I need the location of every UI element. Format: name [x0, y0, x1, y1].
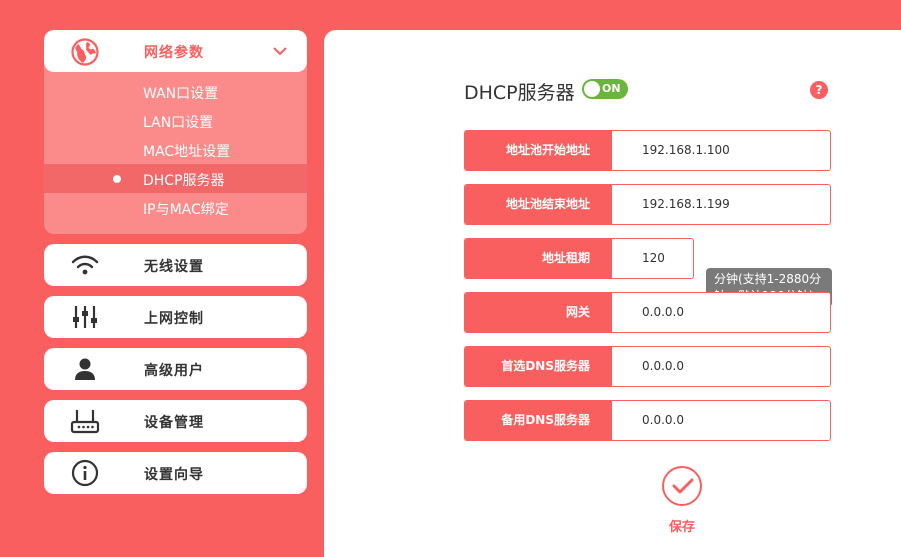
sidebar-item-wan[interactable]: WAN口设置: [44, 77, 307, 106]
save-button[interactable]: [662, 466, 702, 506]
save-label[interactable]: 保存: [669, 516, 695, 535]
sidebar-item-internet-control[interactable]: 上网控制: [44, 296, 307, 338]
lease-input[interactable]: [642, 239, 693, 278]
pool-end-row: 地址池结束地址: [464, 184, 831, 225]
lease-tip-line1: 分钟(支持1-2880分: [714, 272, 822, 286]
dns-secondary-input[interactable]: [642, 401, 812, 440]
wifi-icon: [70, 251, 100, 279]
dhcp-toggle[interactable]: ON: [582, 79, 628, 99]
lease-label: 地址租期: [465, 239, 612, 278]
sidebar-item-label: 设置向导: [144, 467, 204, 483]
sidebar-item-label: WAN口设置: [143, 86, 219, 102]
gateway-row: 网关: [464, 292, 831, 333]
sidebar-item-label: LAN口设置: [143, 115, 214, 131]
sidebar-item-label: 设备管理: [144, 415, 204, 431]
pool-start-row: 地址池开始地址: [464, 130, 831, 171]
lease-row: 地址租期: [464, 238, 694, 279]
toggle-knob: [584, 81, 600, 97]
sidebar-item-label: DHCP服务器: [143, 173, 225, 189]
info-icon: [70, 459, 100, 487]
sidebar-item-label: MAC地址设置: [143, 144, 231, 160]
sidebar-network-group: 网络参数 WAN口设置 LAN口设置 MAC地址设置 DHCP服务器 IP与MA…: [44, 30, 307, 234]
sidebar-item-advanced-users[interactable]: 高级用户: [44, 348, 307, 390]
sidebar-item-label: 无线设置: [144, 259, 204, 275]
dns-secondary-label: 备用DNS服务器: [465, 401, 612, 440]
sidebar-item-dhcp[interactable]: DHCP服务器: [44, 164, 307, 193]
sidebar-item-wireless[interactable]: 无线设置: [44, 244, 307, 286]
sidebar-item-label: 高级用户: [144, 363, 204, 379]
dns-primary-input[interactable]: [642, 347, 812, 386]
sidebar-item-label: IP与MAC绑定: [143, 202, 229, 218]
gateway-label: 网关: [465, 293, 612, 332]
sliders-icon: [70, 303, 100, 331]
sidebar-item-mac[interactable]: MAC地址设置: [44, 135, 307, 164]
sidebar-item-label: 上网控制: [144, 311, 204, 327]
help-icon[interactable]: ?: [810, 81, 828, 99]
page-title: DHCP服务器: [464, 82, 575, 104]
user-icon: [70, 355, 100, 383]
dns-secondary-row: 备用DNS服务器: [464, 400, 831, 441]
active-dot-icon: [113, 175, 121, 183]
sidebar-item-setup-wizard[interactable]: 设置向导: [44, 452, 307, 494]
sidebar-item-lan[interactable]: LAN口设置: [44, 106, 307, 135]
pool-start-label: 地址池开始地址: [465, 131, 612, 170]
dns-primary-row: 首选DNS服务器: [464, 346, 831, 387]
pool-end-input[interactable]: [642, 185, 812, 224]
sidebar-item-device-management[interactable]: 设备管理: [44, 400, 307, 442]
toggle-label: ON: [602, 82, 621, 95]
router-icon: [70, 407, 100, 435]
check-icon: [672, 478, 694, 494]
sidebar-item-ip-mac-binding[interactable]: IP与MAC绑定: [44, 193, 307, 222]
gateway-input[interactable]: [642, 293, 812, 332]
main-panel: DHCP服务器 ON ? 地址池开始地址 地址池结束地址 地址租期 分钟(支持1…: [324, 30, 901, 557]
pool-end-label: 地址池结束地址: [465, 185, 612, 224]
sidebar-network-label: 网络参数: [144, 45, 204, 61]
dns-primary-label: 首选DNS服务器: [465, 347, 612, 386]
globe-icon: [71, 38, 99, 66]
sidebar-network-header[interactable]: 网络参数: [44, 30, 307, 72]
pool-start-input[interactable]: [642, 131, 812, 170]
chevron-down-icon[interactable]: [272, 43, 288, 59]
